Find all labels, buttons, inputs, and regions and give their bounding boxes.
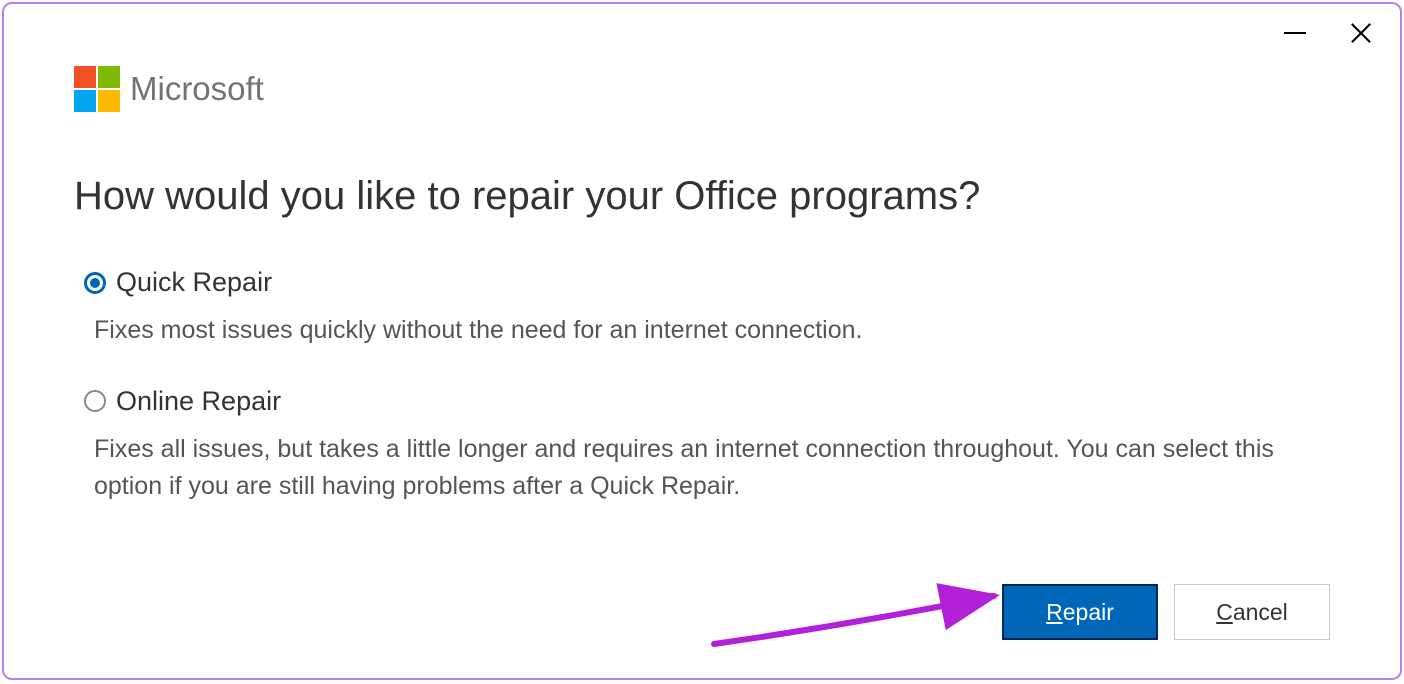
dialog-content: Microsoft How would you like to repair y… (4, 4, 1400, 572)
microsoft-logo-icon (74, 66, 120, 112)
repair-button[interactable]: Repair (1002, 584, 1158, 640)
arrow-annotation-icon (704, 574, 1024, 664)
radio-icon (84, 272, 106, 294)
radio-icon (84, 390, 106, 412)
dialog-heading: How would you like to repair your Office… (74, 174, 1330, 219)
dialog-window: Microsoft How would you like to repair y… (2, 2, 1402, 680)
window-controls (1284, 22, 1372, 44)
accesskey-letter: C (1216, 599, 1233, 625)
cancel-button[interactable]: Cancel (1174, 584, 1330, 640)
minimize-icon[interactable] (1284, 32, 1306, 34)
button-text-rest: ancel (1233, 599, 1288, 625)
close-icon[interactable] (1350, 22, 1372, 44)
accesskey-letter: R (1046, 599, 1063, 625)
online-repair-description: Fixes all issues, but takes a little lon… (94, 431, 1330, 506)
button-text-rest: epair (1063, 599, 1114, 625)
brand-text: Microsoft (130, 70, 264, 108)
dialog-buttons: Repair Cancel (1002, 584, 1330, 640)
online-repair-radio[interactable]: Online Repair (84, 386, 1330, 417)
quick-repair-description: Fixes most issues quickly without the ne… (94, 312, 1330, 350)
repair-options-group: Quick Repair Fixes most issues quickly w… (74, 267, 1330, 506)
radio-label: Online Repair (116, 386, 281, 417)
radio-label: Quick Repair (116, 267, 272, 298)
quick-repair-radio[interactable]: Quick Repair (84, 267, 1330, 298)
brand-row: Microsoft (74, 66, 1330, 112)
